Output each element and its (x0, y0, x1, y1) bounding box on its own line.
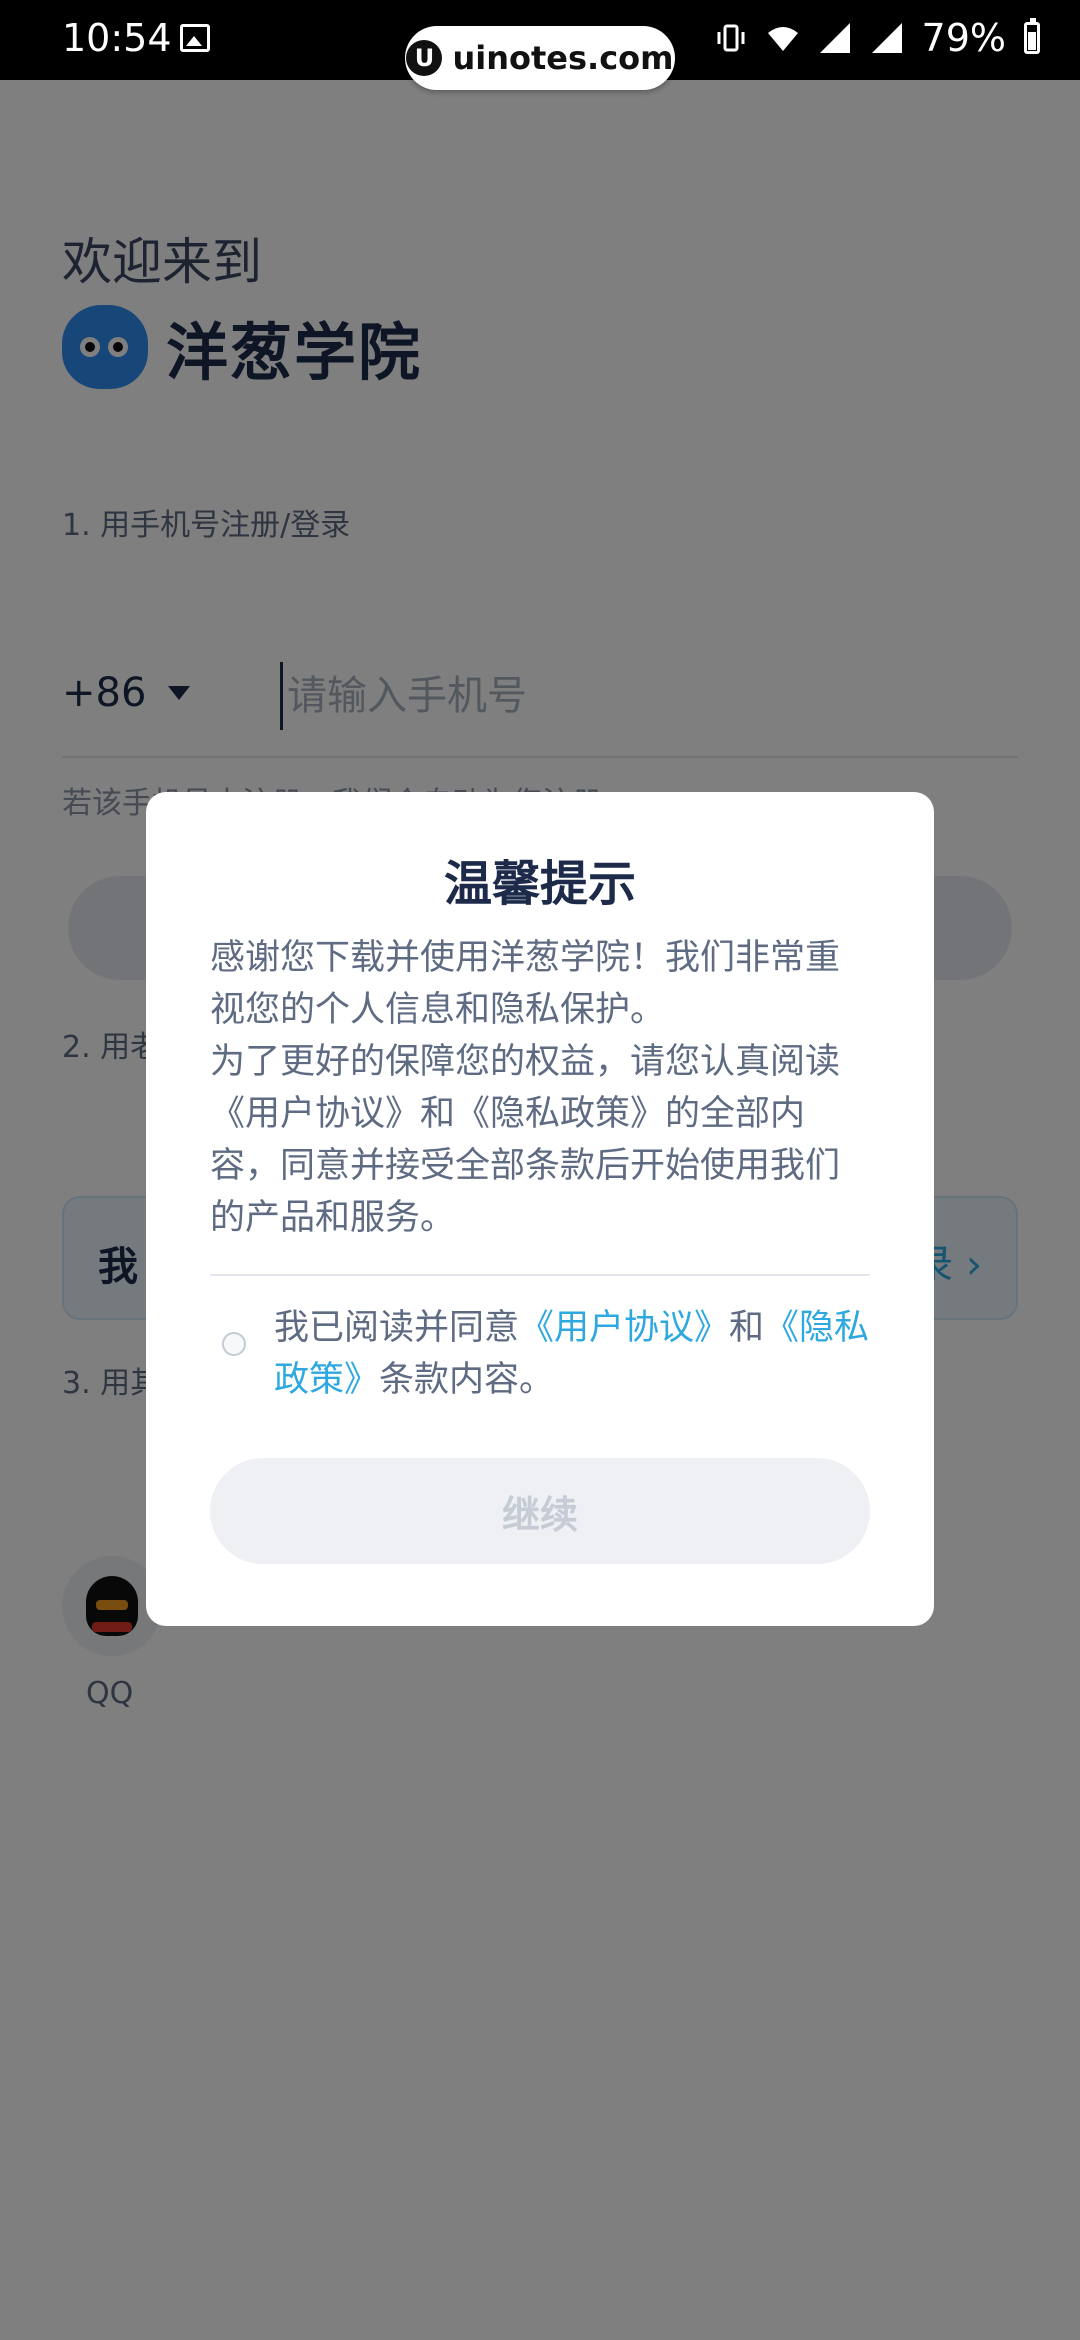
agree-suffix: 条款内容。 (379, 1360, 555, 1400)
privacy-dialog: 温馨提示 感谢您下载并使用洋葱学院！我们非常重视您的个人信息和隐私保护。 为了更… (146, 792, 934, 1626)
watermark-text: uinotes.com (452, 39, 674, 77)
agree-and: 和 (729, 1308, 765, 1348)
signal-icon-2 (871, 23, 902, 53)
dialog-body: 感谢您下载并使用洋葱学院！我们非常重视您的个人信息和隐私保护。 为了更好的保障您… (210, 932, 870, 1244)
wifi-icon (767, 27, 798, 51)
battery-icon (1024, 18, 1040, 54)
status-icons: 79% (714, 16, 1040, 60)
agree-prefix: 我已阅读并同意 (274, 1308, 520, 1348)
agreement-text: 我已阅读并同意《用户协议》和《隐私政策》条款内容。 (274, 1302, 884, 1406)
dialog-title: 温馨提示 (443, 856, 636, 912)
divider (210, 1274, 870, 1276)
signal-icon (819, 23, 850, 53)
watermark-logo-icon: U (406, 40, 443, 76)
image-notification-icon (180, 24, 210, 52)
agree-radio[interactable] (222, 1332, 246, 1356)
dialog-paragraph-2: 为了更好的保障您的权益，请您认真阅读《用户协议》和《隐私政策》的全部内容，同意并… (210, 1042, 841, 1238)
user-agreement-link[interactable]: 《用户协议》 (519, 1308, 729, 1348)
watermark-badge: U uinotes.com (405, 26, 675, 90)
status-time: 10:54 (62, 16, 172, 60)
continue-button[interactable]: 继续 (210, 1458, 870, 1564)
vibrate-icon (717, 24, 745, 52)
battery-percent: 79% (921, 16, 1006, 60)
dialog-paragraph-1: 感谢您下载并使用洋葱学院！我们非常重视您的个人信息和隐私保护。 (210, 938, 841, 1030)
